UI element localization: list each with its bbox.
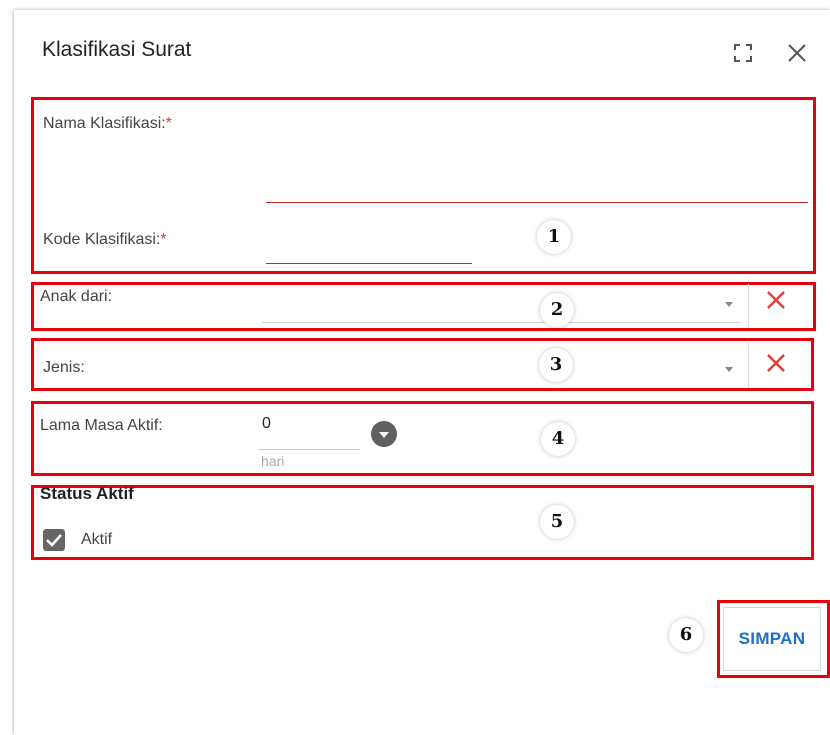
annotation-box-5 <box>31 485 814 560</box>
aktif-checkbox-label: Aktif <box>81 531 113 548</box>
annotation-box-4 <box>31 401 814 476</box>
annotation-box-2 <box>31 282 816 331</box>
annotation-badge-6: 6 <box>669 618 703 652</box>
jenis-clear-icon[interactable] <box>765 352 787 374</box>
annotation-badge-2: 2 <box>540 293 574 327</box>
nama-klasifikasi-input[interactable] <box>266 202 808 203</box>
jenis-dropdown-icon[interactable] <box>725 367 733 372</box>
fullscreen-icon[interactable] <box>734 44 752 62</box>
anak-dari-select[interactable] <box>262 322 740 323</box>
kode-klasifikasi-label: Kode Klasifikasi:* <box>43 231 167 248</box>
simpan-button[interactable]: SIMPAN <box>723 607 821 671</box>
dialog-title: Klasifikasi Surat <box>42 38 192 61</box>
divider <box>748 342 749 388</box>
annotation-badge-3: 3 <box>539 348 573 382</box>
lama-masa-aktif-underline <box>258 449 360 450</box>
annotation-badge-4: 4 <box>541 422 575 456</box>
status-aktif-title: Status Aktif <box>40 484 134 503</box>
anak-dari-label: Anak dari: <box>40 288 113 305</box>
lama-masa-aktif-input[interactable]: 0 <box>262 415 271 433</box>
anak-dari-dropdown-icon[interactable] <box>725 302 733 307</box>
divider <box>748 284 749 328</box>
nama-klasifikasi-label: Nama Klasifikasi:* <box>43 115 172 132</box>
annotation-badge-5: 5 <box>540 505 574 539</box>
jenis-label: Jenis: <box>43 359 85 376</box>
close-icon[interactable] <box>786 42 808 64</box>
annotation-box-3 <box>31 338 814 391</box>
aktif-checkbox[interactable] <box>43 529 65 551</box>
kode-klasifikasi-input[interactable] <box>266 263 472 264</box>
lama-masa-aktif-label: Lama Masa Aktif: <box>40 417 163 434</box>
lama-masa-aktif-unit: hari <box>261 453 285 469</box>
annotation-badge-1: 1 <box>537 220 571 254</box>
lama-masa-aktif-spinner-icon[interactable] <box>371 421 397 447</box>
checkmark-icon <box>46 534 62 547</box>
anak-dari-clear-icon[interactable] <box>765 289 787 311</box>
